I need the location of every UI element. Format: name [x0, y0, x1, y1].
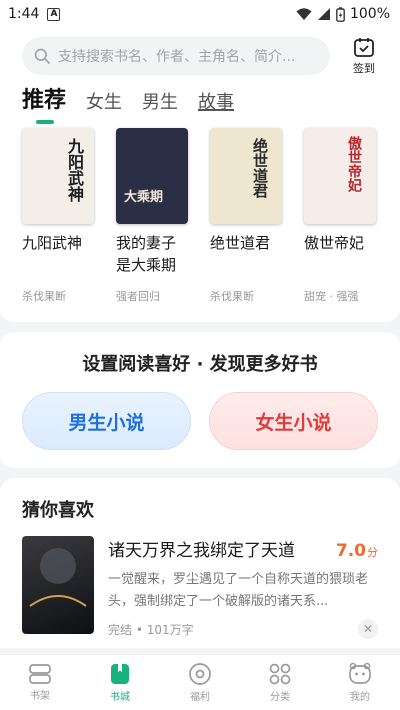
bookshelf-icon: [29, 664, 51, 684]
cover-art: [29, 548, 87, 607]
nav-profile[interactable]: 我的: [320, 655, 400, 710]
book-tag: 甜宠 · 强强: [304, 290, 359, 303]
book-tag: 强者回归: [116, 290, 160, 303]
nav-welfare[interactable]: 福利: [160, 655, 240, 710]
cover-title: 九阳武神: [65, 138, 84, 202]
bookstore-icon: [111, 664, 129, 684]
nav-label: 我的: [350, 692, 370, 703]
search-icon: [34, 48, 50, 64]
preference-title: 设置阅读喜好 · 发现更多好书: [82, 354, 318, 375]
search-placeholder: 支持搜索书名、作者、主角名、简介...: [58, 49, 296, 65]
book-title: 九阳武神: [22, 234, 83, 252]
book-title: 绝世道君: [210, 234, 271, 252]
book-card[interactable]: 绝世道君 绝世道君 杀伐果断: [210, 128, 282, 304]
nav-label: 书架: [30, 691, 50, 702]
list-item[interactable]: 诸天万界之我绑定了天道 7.0分 一觉醒来，罗尘遇见了一个自称天道的猥琐老头，强…: [22, 536, 378, 639]
book-title: 我的妻子是大乘期: [116, 234, 177, 274]
status-time: 1:44: [8, 6, 40, 22]
cover-title: 大乘期: [124, 190, 164, 205]
battery-level: 100%: [349, 6, 390, 22]
book-title: 傲世帝妃: [304, 234, 365, 252]
book-cover: [22, 536, 94, 634]
book-score: 7.0分: [336, 541, 378, 561]
nav-label: 分类: [270, 692, 290, 703]
nav-bookstore[interactable]: 书城: [80, 655, 160, 710]
checkin-label: 签到: [353, 62, 375, 75]
female-novel-button[interactable]: 女生小说: [209, 392, 378, 450]
score-value: 7.0: [335, 541, 366, 561]
male-novel-button[interactable]: 男生小说: [22, 392, 191, 450]
tab-female[interactable]: 女生: [86, 88, 122, 122]
tab-male[interactable]: 男生: [142, 88, 178, 122]
book-tag: 杀伐果断: [22, 290, 66, 303]
book-description: 一觉醒来，罗尘遇见了一个自称天道的猥琐老头，强制绑定了一个破解版的诸天系...: [108, 572, 369, 609]
guess-section: 猜你喜欢 诸天万界之我绑定了天道 7.0分 一觉醒来，罗尘遇见了一个自称天道的猥…: [0, 478, 400, 648]
nav-label: 福利: [190, 692, 210, 703]
book-tag: 杀伐果断: [210, 290, 254, 303]
book-card[interactable]: 九阳武神 九阳武神 杀伐果断: [22, 128, 94, 304]
tab-bar: 推荐 女生 男生 故事: [0, 76, 400, 124]
nav-bookshelf[interactable]: 书架: [0, 655, 80, 710]
book-meta: 完结 • 101万字: [108, 622, 194, 637]
nav-category[interactable]: 分类: [240, 655, 320, 710]
battery-icon: [336, 6, 345, 22]
book-cover: 傲世帝妃: [304, 128, 376, 224]
profile-icon: [349, 662, 371, 684]
checkin-button[interactable]: 签到: [348, 36, 380, 76]
tab-recommend[interactable]: 推荐: [22, 82, 66, 124]
cover-title: 绝世道君: [251, 138, 269, 198]
recommend-grid: 九阳武神 九阳武神 杀伐果断 大乘期 我的妻子是大乘期 强者回归 绝世道君 绝世…: [0, 122, 400, 304]
book-cover: 九阳武神: [22, 128, 94, 224]
recommend-section: 支持搜索书名、作者、主角名、简介... 签到 推荐 女生 男生 故事 九阳武神 …: [0, 28, 400, 322]
status-bar: 1:44 A 100%: [0, 0, 400, 28]
book-card[interactable]: 傲世帝妃 傲世帝妃 甜宠 · 强强: [304, 128, 376, 304]
dismiss-icon[interactable]: ✕: [358, 619, 378, 639]
guess-title: 猜你喜欢: [22, 500, 94, 521]
notification-icon: A: [47, 7, 61, 21]
cover-title: 傲世帝妃: [346, 136, 362, 192]
wifi-icon: [296, 8, 312, 20]
signal-icon: [317, 8, 330, 20]
nav-label: 书城: [110, 692, 130, 703]
book-cover: 绝世道君: [210, 128, 282, 224]
welfare-icon: [189, 663, 211, 685]
search-input[interactable]: 支持搜索书名、作者、主角名、简介...: [22, 37, 330, 75]
book-title: 诸天万界之我绑定了天道: [108, 541, 295, 561]
calendar-check-icon: [354, 38, 374, 57]
bottom-nav: 书架 书城 福利 分类 我的: [0, 654, 400, 710]
category-icon: [269, 663, 291, 685]
book-card[interactable]: 大乘期 我的妻子是大乘期 强者回归: [116, 128, 188, 304]
tab-story[interactable]: 故事: [198, 88, 234, 122]
book-cover: 大乘期: [116, 128, 188, 224]
score-unit: 分: [367, 546, 378, 559]
preference-section: 设置阅读喜好 · 发现更多好书 男生小说 女生小说: [0, 332, 400, 468]
